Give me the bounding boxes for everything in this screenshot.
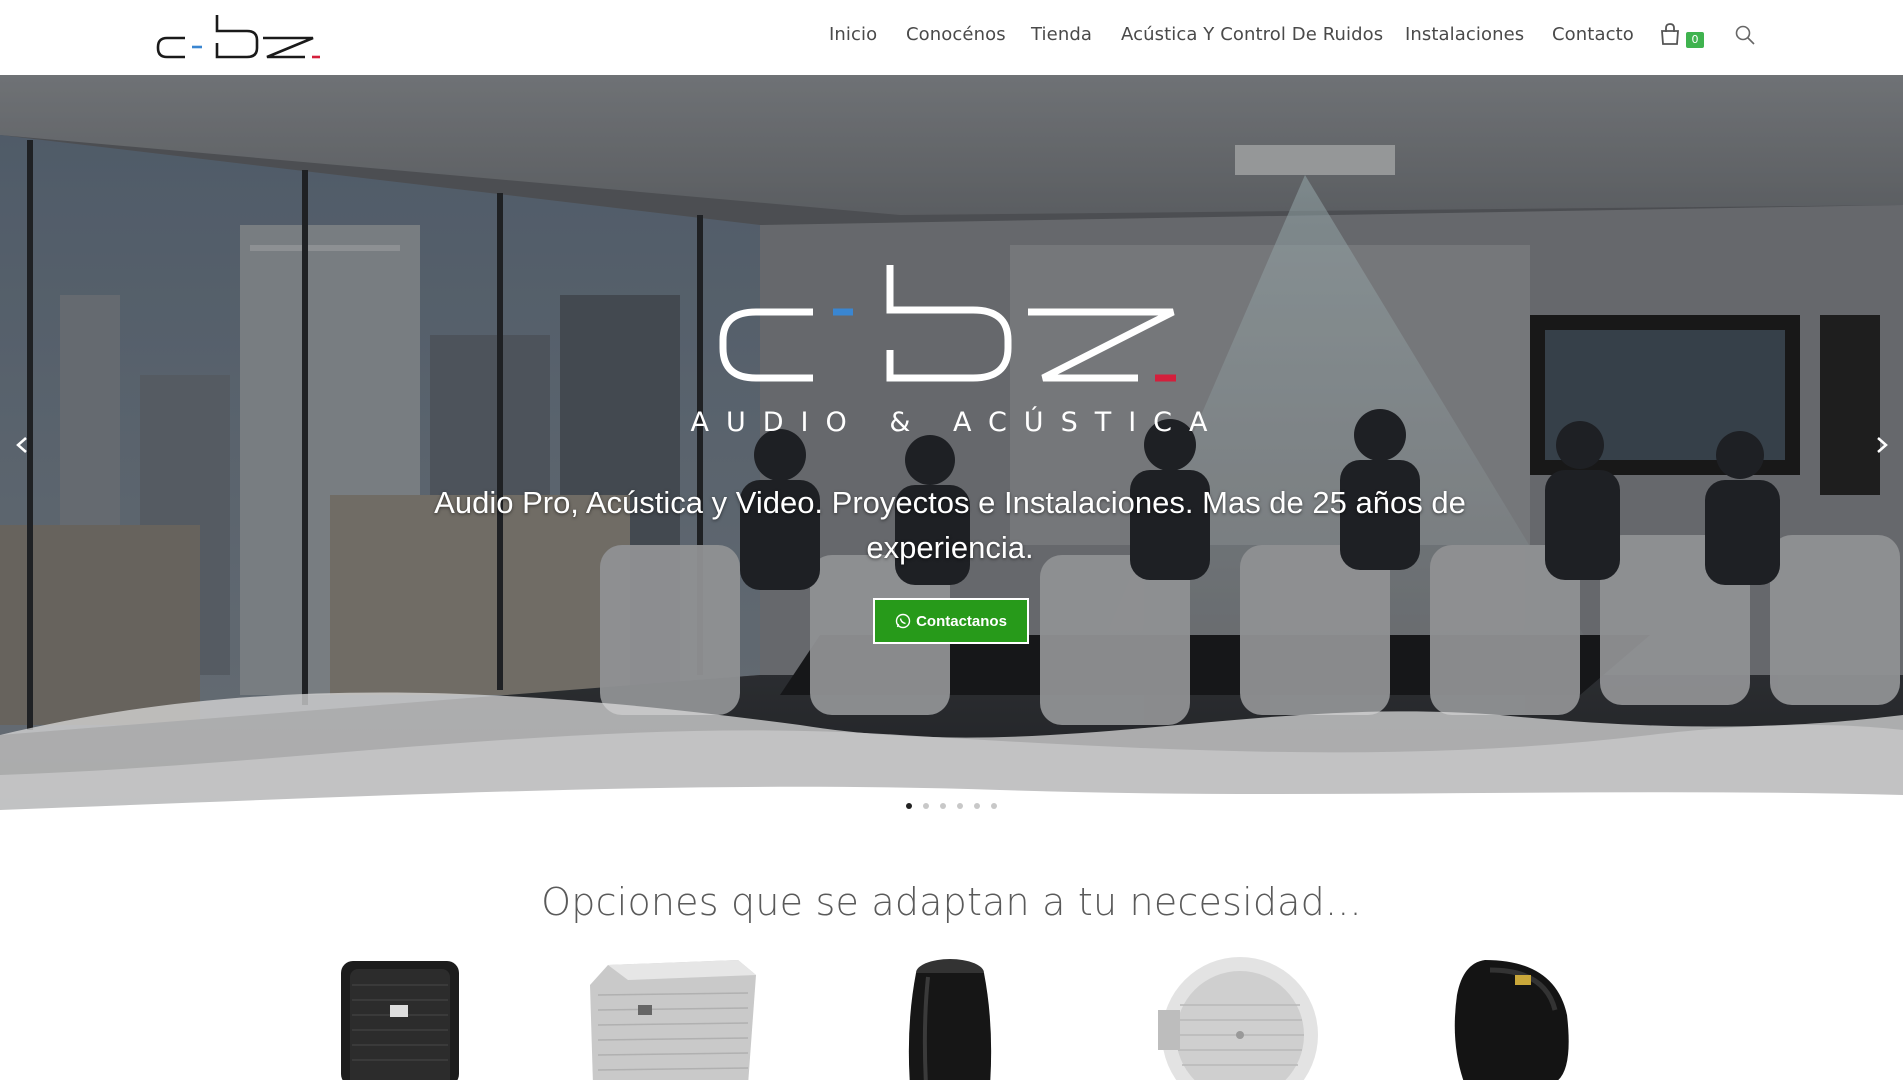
nav-conocenos[interactable]: Conocénos [906, 24, 1006, 45]
cart-button[interactable]: 0 [1659, 22, 1705, 52]
slider-dot-2[interactable] [923, 803, 929, 809]
product-image-box-speaker-grey[interactable] [588, 955, 758, 1080]
slider-dot-3[interactable] [940, 803, 946, 809]
hero-slider: AUDIO & ACÚSTICA Audio Pro, Acústica y V… [0, 75, 1903, 810]
cart-count-badge: 0 [1686, 32, 1704, 48]
site-header: Inicio Conocénos Tienda Acústica Y Contr… [0, 0, 1903, 75]
product-image-ceiling-speaker[interactable] [1150, 955, 1320, 1080]
slider-dot-1[interactable] [906, 803, 912, 809]
nav-acustica[interactable]: Acústica Y Control De Ruidos [1121, 24, 1383, 45]
nav-contacto[interactable]: Contacto [1552, 24, 1634, 45]
hero-wave-divider [0, 692, 1903, 810]
product-image-wall-speaker-black[interactable] [1445, 955, 1580, 1080]
product-image-pendant-speaker[interactable] [888, 955, 1013, 1080]
slider-dot-6[interactable] [991, 803, 997, 809]
slider-dot-4[interactable] [957, 803, 963, 809]
options-section-title: Opciones que se adaptan a tu necesidad..… [541, 880, 1362, 924]
slider-dot-5[interactable] [974, 803, 980, 809]
nav-instalaciones[interactable]: Instalaciones [1405, 24, 1524, 45]
product-image-box-speaker-black[interactable] [338, 955, 464, 1080]
nav-tienda[interactable]: Tienda [1031, 24, 1092, 45]
slider-pagination [0, 803, 1903, 813]
shopping-bag-icon [1661, 23, 1679, 45]
nav-inicio[interactable]: Inicio [829, 24, 877, 45]
main-nav: Inicio Conocénos Tienda Acústica Y Contr… [0, 0, 1903, 75]
search-icon[interactable] [1734, 24, 1756, 46]
